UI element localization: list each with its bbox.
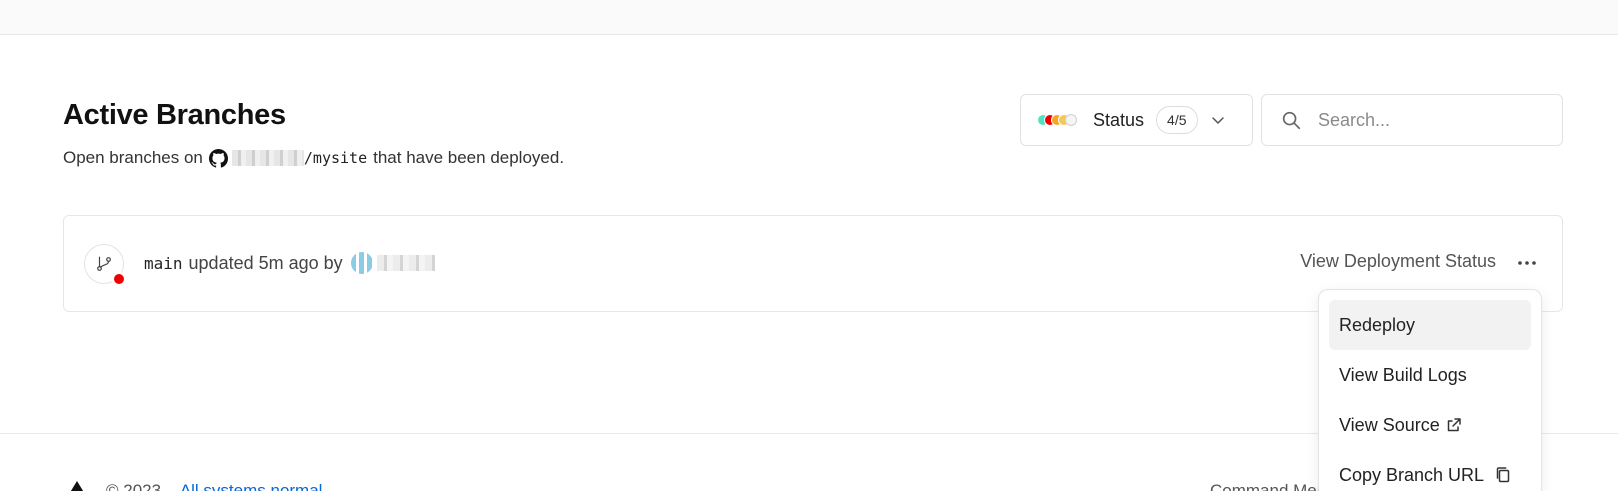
search-field[interactable] <box>1261 94 1563 146</box>
top-navigation-bar <box>0 0 1618 35</box>
subtitle-prefix: Open branches on <box>63 148 203 167</box>
branch-updated-text: updated 5m ago by <box>188 252 343 273</box>
error-status-dot <box>112 272 126 286</box>
menu-item-redeploy[interactable]: Redeploy <box>1329 300 1531 350</box>
menu-item-label: Redeploy <box>1339 314 1416 335</box>
chevron-down-icon <box>1211 117 1224 124</box>
branch-name[interactable]: main <box>144 254 183 273</box>
footer-copyright: © 2023 <box>106 481 162 491</box>
repo-link[interactable]: /mysite <box>304 149 367 167</box>
menu-item-view-source[interactable]: View Source <box>1329 400 1531 450</box>
status-filter-label: Status <box>1093 109 1145 130</box>
search-icon <box>1282 111 1301 130</box>
menu-item-label: Copy Branch URL <box>1339 464 1485 485</box>
vercel-logo-icon[interactable] <box>66 481 88 491</box>
page-subtitle: Open branches on /mysite that have been … <box>63 148 564 168</box>
copy-icon <box>1496 467 1510 483</box>
more-options-button[interactable] <box>1510 246 1544 280</box>
menu-item-label: View Build Logs <box>1339 364 1467 385</box>
menu-item-view-build-logs[interactable]: View Build Logs <box>1329 350 1531 400</box>
page-title: Active Branches <box>63 99 286 131</box>
subtitle-suffix: that have been deployed. <box>373 148 565 167</box>
status-dot-canceled <box>1065 114 1077 126</box>
system-status-link[interactable]: All systems normal <box>180 481 323 491</box>
branch-actions-menu: Redeploy View Build Logs View Source Cop… <box>1318 289 1542 491</box>
branch-status-indicator <box>84 244 126 286</box>
menu-item-label: View Source <box>1339 414 1440 435</box>
status-filter-dropdown[interactable]: Status 4/5 <box>1020 94 1253 146</box>
menu-item-copy-branch-url[interactable]: Copy Branch URL <box>1329 450 1531 491</box>
git-branch-icon <box>97 256 111 271</box>
search-input[interactable] <box>1318 109 1538 131</box>
external-link-icon <box>1447 418 1461 432</box>
avatar <box>350 252 373 274</box>
command-menu-hint[interactable]: Command Menu <box>1210 481 1336 491</box>
redacted-username <box>376 255 435 271</box>
ellipsis-icon <box>1518 261 1536 265</box>
status-count-badge: 4/5 <box>1156 106 1198 134</box>
redacted-owner-name <box>231 150 304 166</box>
branch-info: main updated 5m ago by <box>144 252 435 274</box>
github-icon <box>208 148 228 168</box>
status-dots-icon <box>1037 114 1079 126</box>
view-deployment-status-link[interactable]: View Deployment Status <box>1300 251 1496 272</box>
footer-left: © 2023 All systems normal <box>106 481 322 491</box>
